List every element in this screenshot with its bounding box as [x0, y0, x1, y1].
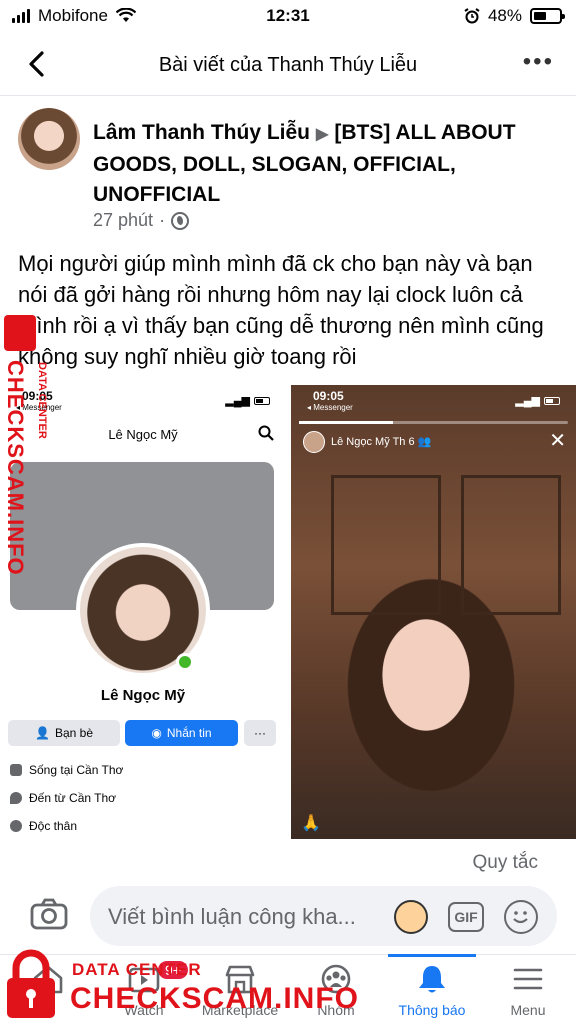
search-icon: [258, 425, 274, 441]
friend-icon: 👤: [35, 726, 50, 740]
battery-icon: [530, 8, 565, 24]
messenger-icon: ◉: [151, 726, 162, 740]
post-meta: 27 phút ·: [93, 210, 190, 231]
mini-time: 09:05: [313, 389, 344, 403]
heart-icon: [10, 820, 22, 832]
battery-percent: 48%: [487, 6, 522, 25]
attached-image-profile[interactable]: 09:05 ◂ Messenger ▂▄▆ Lê Ngọc Mỹ Lê Ngọc…: [0, 385, 286, 839]
post-title: Lâm Thanh Thúy Liễu ▶ [BTS] ALL ABOUT GOOD…: [93, 118, 533, 210]
nav-item-notifications[interactable]: Thông báo: [384, 954, 480, 1024]
page-header: Bài viết của Thanh Thúy Liễu •••: [0, 34, 576, 96]
online-indicator: [176, 653, 194, 671]
profile-name: Lê Ngọc Mỹ: [100, 687, 186, 704]
avatar-sticker-icon[interactable]: [394, 900, 428, 934]
nav-item-menu[interactable]: Menu: [480, 955, 576, 1024]
watermark-side-small-text: DATA CENTER: [36, 362, 48, 439]
watermark-bottom-small-text: DATA CENTER: [72, 960, 202, 979]
comment-input[interactable]: Viết bình luận công kha... GIF: [90, 886, 557, 946]
pray-icon: 🙏: [301, 815, 321, 832]
info-lives-in: Sống tại Cần Thơ: [10, 763, 123, 777]
watermark-lock-icon: [4, 315, 36, 351]
profile-more-button: ···: [244, 720, 276, 746]
gif-button[interactable]: GIF: [448, 902, 484, 932]
mini-status-icons: ▂▄▆: [225, 394, 270, 407]
more-options-icon[interactable]: •••: [523, 50, 554, 74]
info-from: Đến từ Cần Thơ: [10, 791, 116, 805]
mini-signal-icon: ▂▄▆: [225, 395, 250, 407]
page-title: Bài viết của Thanh Thúy Liễu: [158, 54, 418, 76]
story-progress-bar: [299, 421, 568, 424]
comment-bar: Viết bình luận công kha... GIF: [0, 880, 576, 952]
message-button: ◉ Nhắn tin: [125, 720, 238, 746]
story-background-door: [461, 475, 561, 615]
camera-icon[interactable]: [30, 898, 68, 930]
status-bar: Mobifone 12:31 48%: [0, 0, 576, 34]
info-relationship: Độc thân: [10, 819, 77, 833]
friends-icon: 👥: [417, 436, 432, 448]
bell-icon: [419, 966, 445, 993]
watermark-lock-icon: [7, 949, 55, 1018]
home-icon: [10, 764, 22, 776]
author-name[interactable]: Lâm Thanh Thúy Liễu: [93, 121, 310, 144]
close-icon: ✕: [549, 430, 566, 452]
nav-label: Menu: [510, 1002, 546, 1018]
mini-signal-icon: ▂▄▆: [515, 395, 540, 407]
rules-link[interactable]: Quy tắc: [473, 852, 538, 874]
post-time[interactable]: 27 phút: [93, 210, 153, 231]
comment-placeholder: Viết bình luận công kha...: [108, 904, 356, 929]
post-body: Mọi người giúp mình mình đã ck cho bạn n…: [18, 251, 544, 369]
mini-status-icons: ▂▄▆: [515, 394, 560, 407]
menu-icon: [513, 968, 543, 990]
attached-image-story[interactable]: 09:05 ◂ Messenger ▂▄▆ Lê Ngọc Mỹ Th 6 👥 …: [291, 385, 576, 839]
author-avatar[interactable]: [18, 108, 80, 170]
mini-battery-icon: [544, 396, 560, 405]
alarm-icon: [464, 8, 480, 24]
globe-icon: [171, 211, 190, 230]
mini-app-label: ◂ Messenger: [307, 403, 353, 412]
emoji-icon[interactable]: [504, 900, 538, 934]
meta-separator: ·: [159, 210, 166, 230]
story-background-door: [331, 475, 441, 615]
mini-status-bar: 09:05 ◂ Messenger ▂▄▆: [291, 385, 576, 415]
watermark-bottom-text: CHECKSCAM.INFO: [70, 982, 359, 1015]
location-pin-icon: [10, 792, 22, 804]
friends-button: 👤 Bạn bè: [8, 720, 120, 746]
nav-label: Thông báo: [398, 1002, 466, 1018]
watermark-side-text: CHECKSCAM.INFO: [3, 360, 28, 576]
mini-battery-icon: [254, 396, 270, 405]
arrow-right-icon: ▶: [316, 126, 329, 143]
story-avatar: [303, 431, 325, 453]
story-author: Lê Ngọc Mỹ Th 6 👥: [331, 436, 432, 448]
